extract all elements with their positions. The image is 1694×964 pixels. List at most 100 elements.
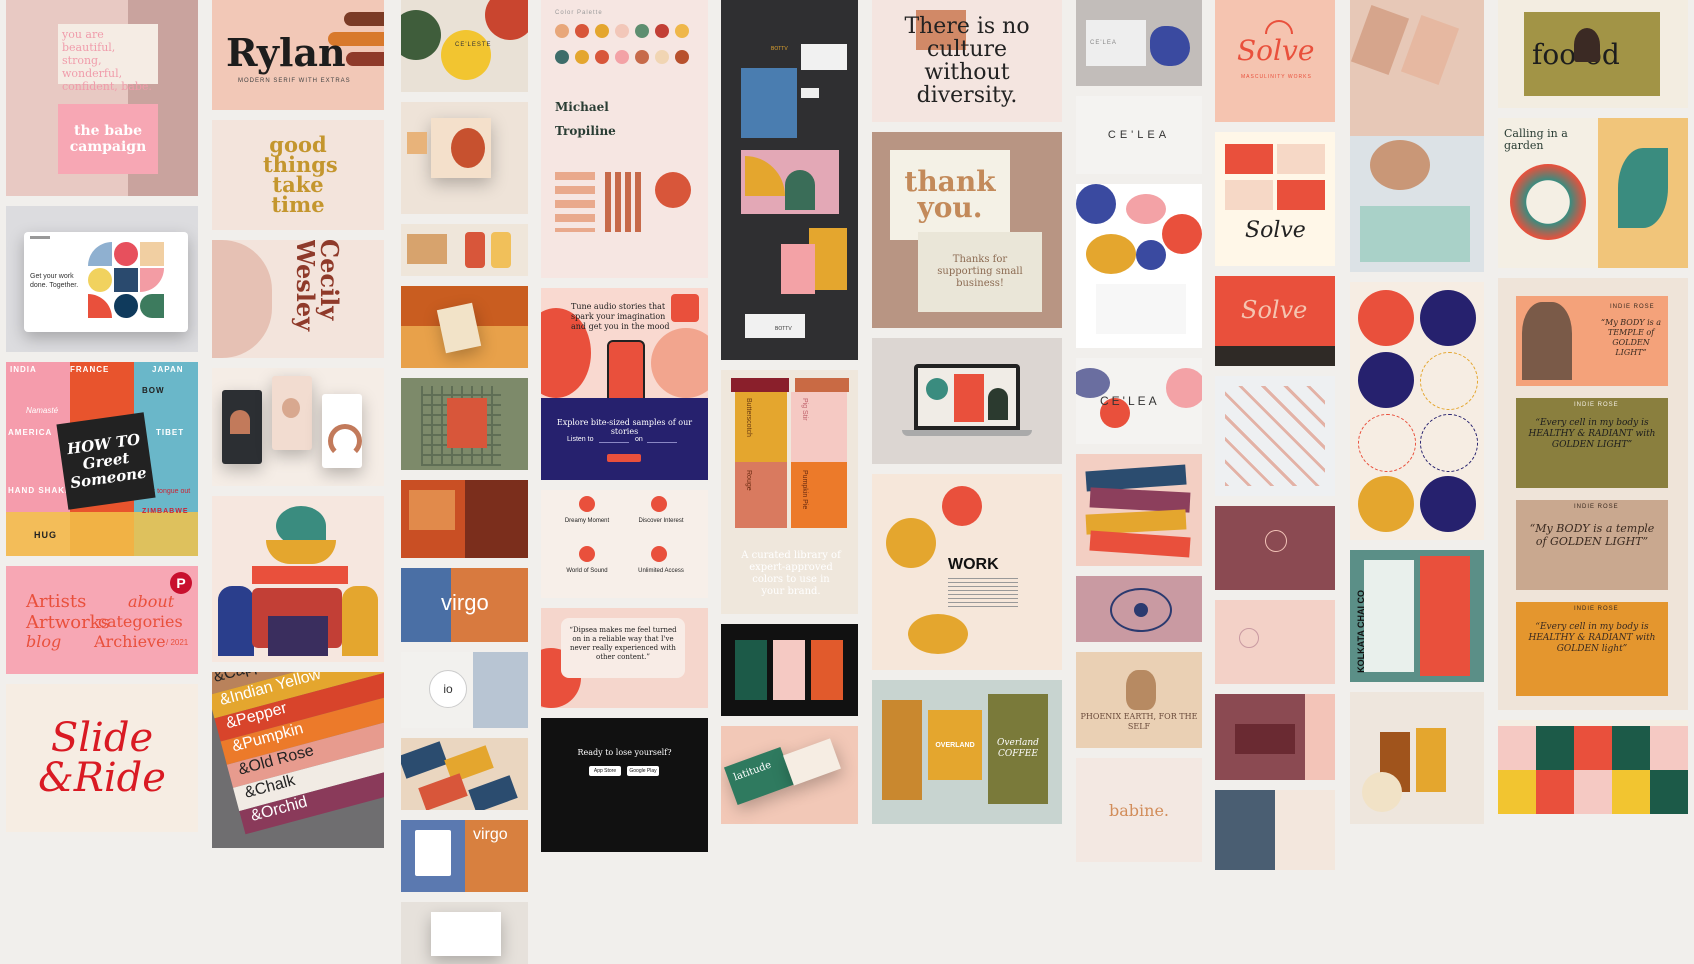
tile-virgo-box[interactable] <box>401 902 528 964</box>
celeste-label: CE'LESTE <box>455 42 492 48</box>
travel-word-france: FRANCE <box>70 365 110 374</box>
pinterest-icon[interactable]: P <box>170 572 192 594</box>
tile-layered-papers[interactable] <box>1076 454 1202 566</box>
tile-packaging-row[interactable] <box>401 224 528 276</box>
tile-food-poster[interactable]: foo od <box>1498 0 1688 108</box>
tile-babine[interactable]: babine. <box>1076 758 1202 862</box>
tile-get-work-done[interactable]: Get your work done. Together. <box>6 206 198 352</box>
babe-card-text: you are beautiful, strong, wonderful, co… <box>58 24 158 93</box>
tile-maroon-box[interactable] <box>1215 694 1335 780</box>
thank-you-card: thank you. <box>890 150 1010 240</box>
tile-green-grid[interactable] <box>401 378 528 470</box>
column-9: KOLKATA CHAI CO <box>1350 0 1484 824</box>
tile-how-to-greet[interactable]: INDIA FRANCE JAPAN AMERICA TIBET BOW HAN… <box>6 362 198 556</box>
pink-link-artists[interactable]: Artists <box>26 592 86 611</box>
tile-plant-illustration[interactable] <box>212 496 384 662</box>
indie-rose-label-3: INDIE ROSE <box>1574 504 1619 510</box>
audio-hero-text: Tune audio stories that spark your imagi… <box>571 302 670 331</box>
tile-rylan-font[interactable]: Rylan MODERN SERIF WITH EXTRAS <box>212 0 384 110</box>
tile-laptop-mockup[interactable] <box>872 338 1062 464</box>
tile-culture-diversity[interactable]: There is no culture without diversity. <box>872 0 1062 122</box>
tile-celea-logo[interactable]: CE'LEA <box>1076 96 1202 174</box>
tile-pink-card[interactable] <box>1215 600 1335 684</box>
tile-virgo-tote[interactable]: virgo <box>401 820 528 892</box>
tile-eye-logo[interactable] <box>1076 576 1202 642</box>
indie-rose-label-1: INDIE ROSE <box>1610 304 1655 310</box>
tile-app-screens[interactable] <box>721 624 858 716</box>
tile-calling-garden[interactable]: Calling in a garden <box>1498 118 1688 268</box>
tile-latitude-cards[interactable]: latitude <box>721 726 858 824</box>
slide-ride-title: Slide &Ride <box>38 715 166 801</box>
pink-link-blog[interactable]: blog <box>26 632 61 651</box>
tile-cecily-wesley[interactable]: Cecily Wesley <box>212 240 384 358</box>
indie-rose-label-4: INDIE ROSE <box>1574 606 1619 612</box>
design-moodboard-grid: you are beautiful, strong, wonderful, co… <box>0 0 1694 964</box>
tile-good-things[interactable]: good things take time <box>212 120 384 230</box>
indie-rose-label-2: INDIE ROSE <box>1574 402 1619 408</box>
tile-phoenix-earth[interactable]: PHOENIX EARTH, FOR THE SELF <box>1076 652 1202 748</box>
tile-slide-and-ride[interactable]: Slide &Ride <box>6 684 198 832</box>
column-6: There is no culture without diversity. t… <box>872 0 1062 824</box>
tile-celeste-abstract[interactable]: CE'LESTE <box>401 0 528 92</box>
tile-kolkata-chai[interactable]: KOLKATA CHAI CO <box>1350 550 1484 682</box>
coffee-poster: Overland COFFEE <box>988 694 1048 804</box>
tile-solve-cards[interactable]: Solve <box>1215 132 1335 266</box>
tile-solve-logo[interactable]: Solve MASCULINITY WORKS <box>1215 0 1335 122</box>
tile-packaging-photos[interactable] <box>1350 0 1484 272</box>
tile-celea-stationery[interactable]: CE'LEA <box>1076 0 1202 86</box>
tile-celea-pattern[interactable] <box>1076 184 1202 348</box>
tile-color-blocks[interactable] <box>1498 720 1688 814</box>
tile-orange-street[interactable] <box>401 480 528 558</box>
tile-audio-features[interactable]: Dreamy Moment Discover Interest World of… <box>541 490 708 598</box>
tile-business-cards[interactable] <box>212 368 384 486</box>
celea-card-label: CE'LEA <box>1090 40 1117 46</box>
pink-link-categories[interactable]: categories <box>98 612 183 631</box>
tile-virgo-brand[interactable]: virgo <box>401 568 528 642</box>
column-5: BOTTV BOTTV Butterscotch Pig Stir Rouge … <box>721 0 858 824</box>
explore-text: Explore bite-sized samples of our storie… <box>556 418 693 436</box>
tile-pink-site[interactable]: P Artists about Artworks categories blog… <box>6 566 198 674</box>
travel-word-bow: BOW <box>142 386 165 395</box>
tile-brand-board[interactable]: Color Palette Michael Tropiline <box>541 0 708 278</box>
font-name-tropiline: Tropiline <box>555 124 616 138</box>
swatch-butterscotch: Butterscotch <box>745 398 752 437</box>
font-name-michael: Michael <box>555 100 609 114</box>
celea-logo-2: CE'LEA <box>1100 394 1160 408</box>
tile-audio-testimonial[interactable]: “Dipsea makes me feel turned on in a rel… <box>541 608 708 708</box>
rylan-subtitle: MODERN SERIF WITH EXTRAS <box>238 78 351 84</box>
babe-campaign-card: the babe campaign <box>58 104 158 174</box>
travel-word-handshake: HAND SHAKE <box>8 486 72 495</box>
tile-orange-desk[interactable] <box>401 286 528 368</box>
travel-word-hug: HUG <box>34 530 57 540</box>
tile-audio-app-hero[interactable]: Tune audio stories that spark your imagi… <box>541 288 708 480</box>
tile-virgo-cards[interactable] <box>401 738 528 810</box>
travel-word-india: INDIA <box>10 365 37 374</box>
tile-indie-rose[interactable]: INDIE ROSE “My BODY is a TEMPLE of GOLDE… <box>1498 278 1688 710</box>
tile-maroon-card[interactable] <box>1215 506 1335 590</box>
tile-work-poster[interactable]: WORK <box>872 474 1062 670</box>
tile-solve-red[interactable]: Solve <box>1215 276 1335 366</box>
tile-illustrated-circles[interactable] <box>1350 282 1484 540</box>
tile-abstract-boxes[interactable] <box>401 102 528 214</box>
tile-thank-you-cards[interactable]: thank you. Thanks for supporting small b… <box>872 132 1062 328</box>
tile-chai-packets[interactable] <box>1350 692 1484 824</box>
tile-babe-campaign[interactable]: you are beautiful, strong, wonderful, co… <box>6 0 198 196</box>
listen-button[interactable] <box>607 454 641 462</box>
tile-color-library[interactable]: Butterscotch Pig Stir Rouge Pumpkin Pie … <box>721 370 858 614</box>
column-10: foo od Calling in a garden INDIE ROSE “M… <box>1498 0 1688 814</box>
pink-link-archive[interactable]: Archieve <box>94 632 166 651</box>
get-work-text: Get your work done. Together. <box>30 273 79 289</box>
app-store-button[interactable]: App Store <box>589 766 621 776</box>
swatch-rouge: Rouge <box>745 470 752 491</box>
tile-lipstick-pattern[interactable] <box>1215 376 1335 496</box>
thanks-support-card: Thanks for supporting small business! <box>918 232 1042 312</box>
google-play-button[interactable]: Google Play <box>627 766 659 776</box>
tile-virgo-mark[interactable]: io <box>401 652 528 728</box>
feature-unlimited: Unlimited Access <box>638 568 684 574</box>
tile-celea-blobs[interactable]: CE'LEA <box>1076 358 1202 444</box>
tile-color-stack[interactable]: &Cappuccino &Indian Yellow &Pepper &Pump… <box>212 672 384 848</box>
tile-stationery-dark[interactable]: BOTTV BOTTV <box>721 0 858 360</box>
pink-link-about[interactable]: about <box>128 592 174 611</box>
tile-overland-coffee[interactable]: OVERLAND Overland COFFEE <box>872 680 1062 824</box>
tile-blue-card[interactable] <box>1215 790 1335 870</box>
